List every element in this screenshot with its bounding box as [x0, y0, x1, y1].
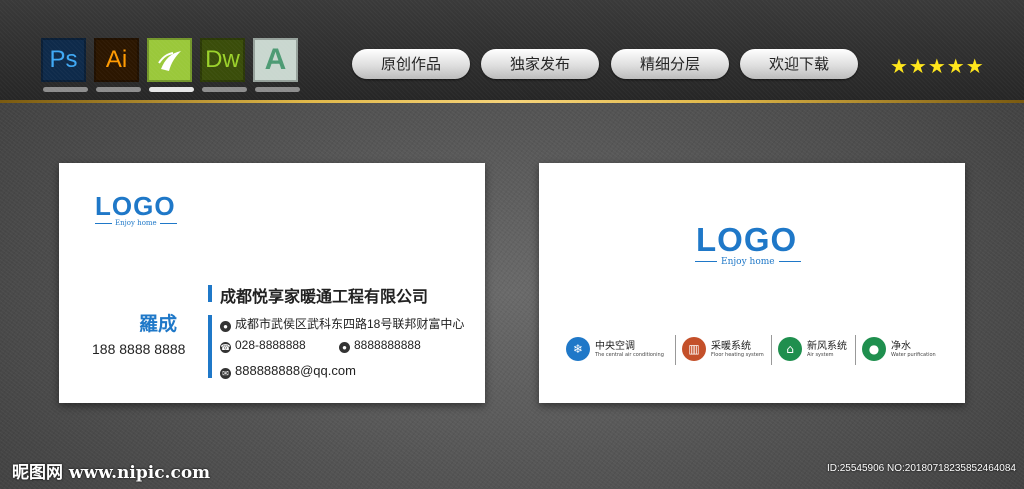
app-underline: [96, 87, 141, 92]
qq-icon: ●: [339, 342, 350, 353]
card-tagline: Enjoy home: [695, 257, 801, 267]
address-line: ● 成都市武侯区武科东四路18号联邦财富中心: [220, 315, 464, 332]
radiator-icon: ▥: [682, 337, 706, 361]
person-name: 羅成: [138, 313, 177, 335]
rating-stars-icon: ★★★★★: [890, 54, 985, 78]
service-subtitle: Floor heating system: [711, 352, 764, 358]
illustrator-icon: Ai: [94, 38, 141, 92]
app-icon-label: Ps: [49, 46, 78, 73]
company-name: 成都悦享家暖通工程有限公司: [220, 287, 429, 306]
autocad-icon: A: [253, 38, 300, 92]
service-title: 净水: [891, 341, 911, 352]
location-icon: ●: [220, 321, 231, 332]
mobile-number: 188 8888 8888: [92, 341, 186, 357]
app-icon-label: Dw: [205, 46, 240, 73]
service-divider: [771, 335, 772, 365]
service-title: 采暖系统: [711, 341, 751, 352]
pill-exclusive-release[interactable]: 独家发布: [481, 49, 599, 79]
tagline-text: Enjoy home: [115, 219, 157, 227]
service-subtitle: Air system: [807, 352, 834, 358]
business-card-back: LOGO Enjoy home ❄ 中央空调 The central air c…: [539, 163, 965, 403]
service-subtitle: The central air conditioning: [595, 352, 664, 358]
gold-divider: [0, 100, 1024, 103]
card-tagline: Enjoy home: [95, 219, 177, 227]
pill-fine-layers[interactable]: 精细分层: [611, 49, 729, 79]
app-underline: [43, 87, 88, 92]
qq-text: 8888888888: [354, 338, 421, 352]
service-divider: [855, 335, 856, 365]
app-underline: [149, 87, 194, 92]
tel-line: ☎ 028-8888888: [220, 338, 306, 353]
fireworks-icon: [147, 38, 194, 92]
tagline-rule: [778, 261, 801, 262]
business-card-front: LOGO Enjoy home 羅成 188 8888 8888 成都悦享家暖通…: [59, 163, 485, 403]
air-conditioner-icon: ❄: [566, 337, 590, 361]
service-subtitle: Water purification: [891, 352, 936, 358]
house-fan-icon: ⌂: [778, 337, 802, 361]
top-banner: Ps Ai Dw A 原创作品 独家发布 精细分层 欢迎下载 ★★★★★: [0, 0, 1024, 100]
fireworks-glyph: [157, 51, 181, 71]
app-icon-label: Ai: [105, 46, 128, 73]
tagline-text: Enjoy home: [721, 257, 775, 267]
phone-icon: ☎: [220, 342, 231, 353]
email-text: 888888888@qq.com: [235, 363, 356, 378]
qq-line: ● 8888888888: [339, 338, 421, 353]
tagline-rule: [159, 222, 177, 224]
tagline-rule: [695, 261, 717, 262]
card-logo: LOGO: [95, 191, 176, 221]
service-divider: [675, 335, 676, 365]
email-icon: ✉: [220, 368, 231, 379]
service-title: 新风系统: [807, 341, 847, 352]
address-text: 成都市武侯区武科东四路18号联邦财富中心: [235, 317, 465, 331]
pill-welcome-download[interactable]: 欢迎下载: [740, 49, 858, 79]
email-line: ✉ 888888888@qq.com: [220, 363, 356, 379]
app-icon-label: A: [264, 43, 287, 76]
card-logo: LOGO: [696, 221, 798, 258]
app-underline: [255, 87, 300, 92]
image-id-watermark: ID:25545906 NO:20180718235852464084: [826, 463, 1016, 474]
dreamweaver-icon: Dw: [200, 38, 247, 92]
nipic-watermark: 昵图网 www.nipic.com: [12, 463, 211, 483]
company-accent-bar: [208, 285, 212, 302]
info-accent-bar: [208, 315, 212, 378]
service-title: 中央空调: [595, 341, 635, 352]
pill-original-work[interactable]: 原创作品: [352, 49, 470, 79]
photoshop-icon: Ps: [41, 38, 88, 92]
tel-text: 028-8888888: [235, 338, 306, 352]
app-underline: [202, 87, 247, 92]
tagline-rule: [95, 222, 112, 224]
water-drop-icon: ●: [862, 337, 886, 361]
